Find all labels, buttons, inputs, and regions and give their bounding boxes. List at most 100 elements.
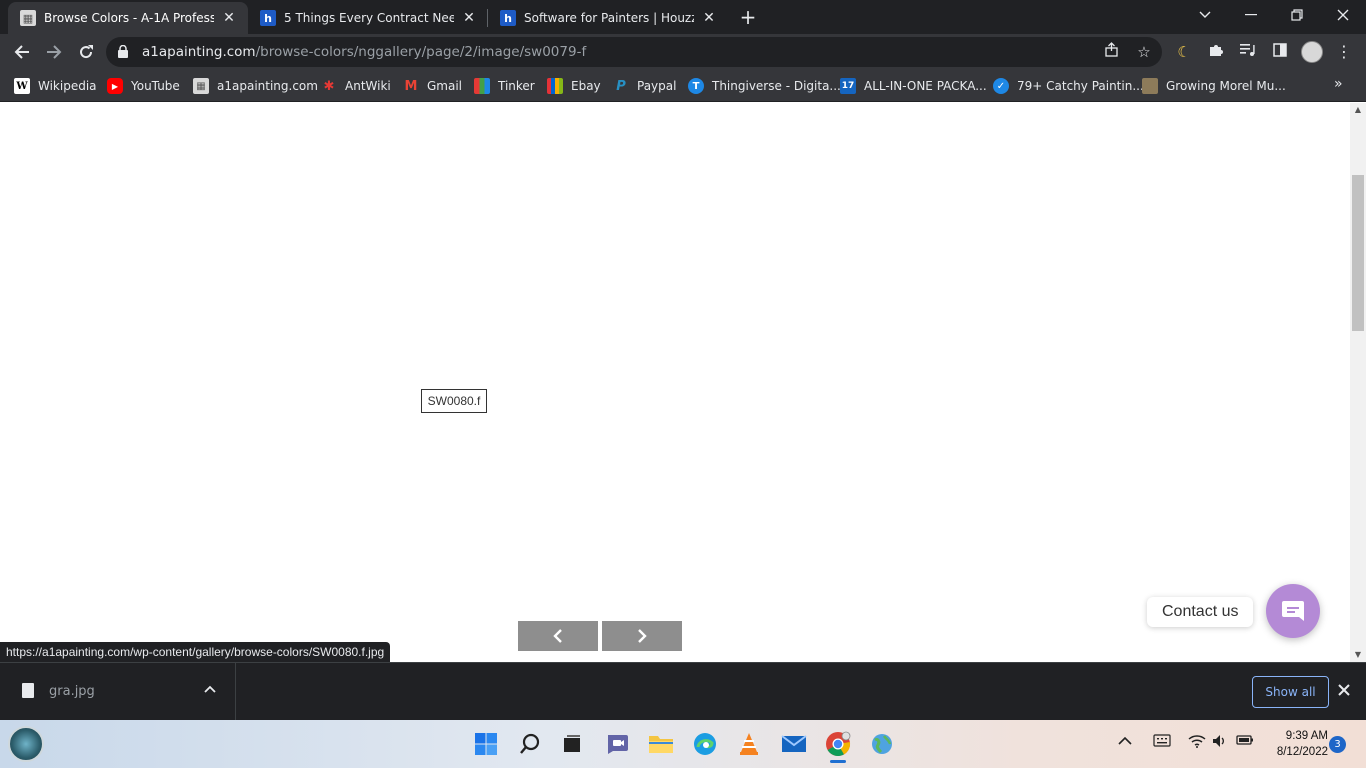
close-window-icon[interactable]: [1320, 0, 1366, 30]
bookmark-label: YouTube: [131, 79, 180, 93]
browser-toolbar: a1apainting.com/browse-colors/nggallery/…: [0, 34, 1366, 70]
gallery-image-alt-text[interactable]: SW0080.f: [421, 389, 487, 413]
maps-globe-icon[interactable]: [868, 730, 896, 758]
bookmark-label: Wikipedia: [38, 79, 97, 93]
extensions-puzzle-icon[interactable]: [1206, 42, 1226, 62]
share-icon[interactable]: [1102, 42, 1122, 62]
bookmark-label: Ebay: [571, 79, 601, 93]
close-tab-icon[interactable]: ✕: [220, 9, 238, 27]
bookmark-star-icon[interactable]: ☆: [1134, 42, 1154, 62]
ebay-icon: [547, 78, 563, 94]
reload-icon[interactable]: [71, 37, 101, 67]
tab-software-painters[interactable]: h Software for Painters | Houzz Pro ✕: [488, 2, 728, 34]
clock-time: 9:39 AM: [1285, 730, 1328, 742]
profile-avatar[interactable]: [1301, 41, 1323, 63]
back-arrow-icon[interactable]: [7, 37, 37, 67]
teams-chat-icon[interactable]: [603, 730, 631, 758]
bookmark-label: Gmail: [427, 79, 463, 93]
wifi-icon[interactable]: [1188, 734, 1206, 751]
battery-icon[interactable]: [1236, 734, 1254, 749]
address-bar[interactable]: a1apainting.com/browse-colors/nggallery/…: [106, 37, 1162, 67]
bookmark-thingiverse[interactable]: T Thingiverse - Digita...: [688, 76, 841, 96]
bookmark-a1apainting[interactable]: ▦ a1apainting.com: [193, 76, 318, 96]
download-item[interactable]: gra.jpg: [0, 663, 236, 720]
close-tab-icon[interactable]: ✕: [700, 9, 718, 27]
chrome-icon[interactable]: [824, 730, 852, 758]
bookmark-gmail[interactable]: M Gmail: [403, 76, 462, 96]
vlc-icon[interactable]: [735, 730, 763, 758]
page-scrollbar[interactable]: ▲ ▼: [1350, 103, 1366, 662]
next-image-button[interactable]: [602, 621, 682, 651]
download-file-name: gra.jpg: [49, 684, 95, 699]
forward-arrow-icon[interactable]: [39, 37, 69, 67]
search-icon[interactable]: [516, 730, 544, 758]
checkmark-icon: ✓: [993, 78, 1009, 94]
wikipedia-icon: W: [14, 78, 30, 94]
keyboard-icon[interactable]: [1153, 734, 1171, 750]
tinker-icon: [474, 78, 490, 94]
lock-icon[interactable]: [118, 45, 128, 58]
bookmark-label: Tinker: [498, 79, 535, 93]
show-all-button[interactable]: Show all: [1252, 676, 1329, 708]
antwiki-icon: ✱: [323, 78, 335, 94]
minimize-icon[interactable]: [1228, 0, 1274, 30]
url-text[interactable]: a1apainting.com/browse-colors/nggallery/…: [142, 44, 586, 60]
kebab-menu-icon[interactable]: ⋮: [1334, 42, 1354, 62]
bookmark-wikipedia[interactable]: W Wikipedia: [14, 76, 97, 96]
bookmark-youtube[interactable]: ▶ YouTube: [107, 76, 180, 96]
edge-browser-icon[interactable]: [691, 730, 719, 758]
volume-icon[interactable]: [1212, 734, 1228, 751]
bookmark-label: 79+ Catchy Paintin...: [1017, 79, 1144, 93]
moon-extension-icon[interactable]: ☾: [1174, 42, 1194, 62]
url-host: a1apainting.com: [142, 44, 256, 60]
contact-chat-button[interactable]: [1266, 584, 1320, 638]
scroll-up-arrow-icon[interactable]: ▲: [1350, 103, 1366, 117]
chevron-left-icon: [553, 629, 562, 643]
mail-icon[interactable]: [780, 730, 808, 758]
windows-taskbar: 9:39 AM 8/12/2022 3: [0, 720, 1366, 768]
contact-us-label[interactable]: Contact us: [1147, 597, 1254, 627]
scroll-thumb[interactable]: [1352, 175, 1364, 331]
file-icon: [22, 683, 34, 698]
gmail-icon: M: [404, 78, 418, 94]
system-clock[interactable]: 9:39 AM 8/12/2022: [1266, 728, 1328, 760]
task-view-icon[interactable]: [558, 730, 586, 758]
side-panel-icon[interactable]: [1270, 42, 1290, 62]
desktop-widget-icon[interactable]: [8, 726, 44, 762]
bookmark-all-in-one[interactable]: 17 ALL-IN-ONE PACKA...: [840, 76, 987, 96]
tab-browse-colors[interactable]: ▦ Browse Colors - A-1A Professional ✕: [8, 2, 248, 34]
close-tab-icon[interactable]: ✕: [460, 9, 478, 27]
tab-search-chevron-icon[interactable]: [1182, 0, 1228, 30]
restore-icon[interactable]: [1274, 0, 1320, 30]
scroll-down-arrow-icon[interactable]: ▼: [1350, 648, 1366, 662]
seventeen-icon: 17: [840, 78, 856, 94]
new-tab-icon[interactable]: +: [737, 6, 759, 28]
houzz-favicon-icon: h: [500, 10, 516, 26]
bookmark-catchy-painting[interactable]: ✓ 79+ Catchy Paintin...: [993, 76, 1144, 96]
bookmarks-bar: W Wikipedia ▶ YouTube ▦ a1apainting.com …: [0, 70, 1366, 102]
bookmarks-overflow-icon[interactable]: »: [1334, 76, 1343, 92]
paypal-icon: P: [616, 78, 626, 94]
bookmark-antwiki[interactable]: ✱ AntWiki: [321, 76, 391, 96]
chevron-up-icon[interactable]: [204, 682, 216, 696]
media-control-icon[interactable]: [1238, 42, 1258, 62]
morel-icon: [1142, 78, 1158, 94]
file-explorer-icon[interactable]: [647, 730, 675, 758]
tab-contract-needs[interactable]: h 5 Things Every Contract Needs | H ✕: [248, 2, 488, 34]
bookmark-ebay[interactable]: Ebay: [547, 76, 601, 96]
bookmark-tinker[interactable]: Tinker: [474, 76, 535, 96]
bookmark-label: ALL-IN-ONE PACKA...: [864, 79, 987, 93]
start-windows-icon[interactable]: [472, 730, 500, 758]
close-shelf-icon[interactable]: [1338, 682, 1350, 700]
tab-title: Software for Painters | Houzz Pro: [524, 11, 694, 25]
tray-overflow-chevron-icon[interactable]: [1118, 734, 1132, 748]
bookmark-label: AntWiki: [345, 79, 391, 93]
notification-count-badge[interactable]: 3: [1329, 736, 1346, 753]
tab-strip: ▦ Browse Colors - A-1A Professional ✕ h …: [0, 0, 1366, 34]
bookmark-paypal[interactable]: P Paypal: [613, 76, 676, 96]
chevron-right-icon: [638, 629, 647, 643]
previous-image-button[interactable]: [518, 621, 598, 651]
bookmark-growing-morel[interactable]: Growing Morel Mu...: [1142, 76, 1286, 96]
thingiverse-icon: T: [688, 78, 704, 94]
tab-title: 5 Things Every Contract Needs | H: [284, 11, 454, 25]
